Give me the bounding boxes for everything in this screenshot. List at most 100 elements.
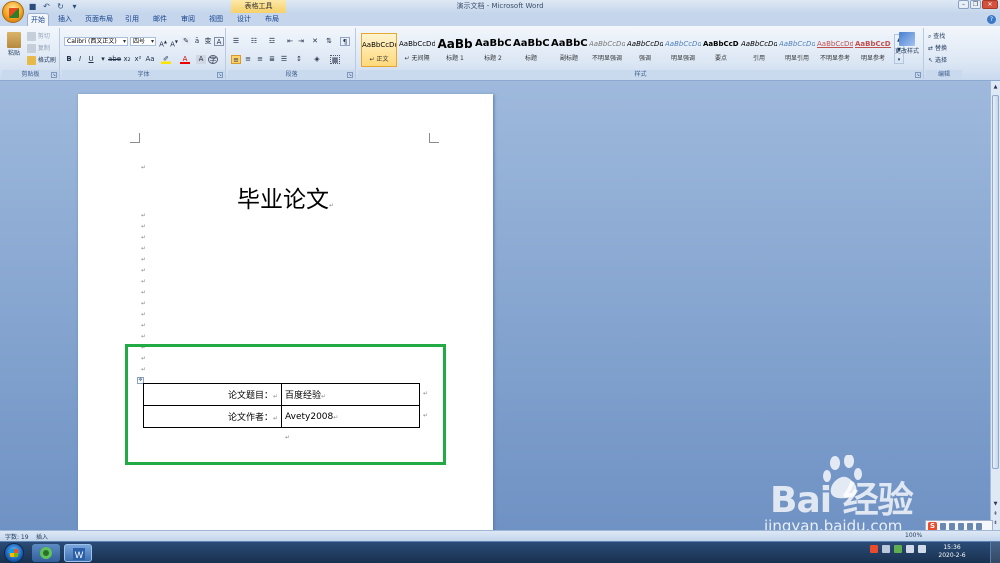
strikethrough-icon[interactable]: abe: [108, 55, 121, 64]
borders-icon[interactable]: ▦: [330, 55, 340, 64]
ime-punctuation-icon[interactable]: [949, 522, 955, 530]
align-right-icon[interactable]: ≡: [255, 55, 265, 64]
shrink-font-icon[interactable]: A▼: [169, 37, 179, 48]
superscript-icon[interactable]: x²: [133, 55, 143, 64]
document-title[interactable]: 毕业论文↵: [78, 180, 493, 214]
highlight-color-icon[interactable]: ✐: [161, 55, 171, 64]
multilevel-list-icon[interactable]: ☲: [267, 37, 277, 46]
phonetic-guide-icon[interactable]: ā: [192, 37, 202, 46]
clear-format-icon[interactable]: ✎: [181, 37, 191, 46]
style-title[interactable]: AaBbC 标题: [513, 33, 549, 67]
font-launcher-icon[interactable]: ↘: [217, 72, 223, 78]
font-name-combo[interactable]: Calibri (西文正文): [64, 37, 128, 46]
ime-menu-icon[interactable]: [976, 522, 982, 530]
scroll-thumb[interactable]: [992, 95, 999, 469]
font-color-icon[interactable]: A: [180, 55, 190, 64]
tab-table-layout[interactable]: 布局: [261, 13, 283, 26]
sort-chinese-icon[interactable]: ✕: [310, 37, 320, 46]
style-intense-emphasis[interactable]: AaBbCcDd 明显强调: [665, 33, 701, 67]
italic-icon[interactable]: I: [75, 55, 85, 64]
restore-button[interactable]: ❐: [970, 0, 981, 9]
style-quote[interactable]: AaBbCcDd 引用: [741, 33, 777, 67]
style-subtitle[interactable]: AaBbC 副标题: [551, 33, 587, 67]
show-desktop-button[interactable]: [990, 542, 1000, 563]
tab-mailings[interactable]: 邮件: [149, 13, 171, 26]
select-button[interactable]: ↖ 选择: [928, 55, 947, 64]
ime-keyboard-icon[interactable]: [967, 522, 973, 530]
bullets-icon[interactable]: ☰: [231, 37, 241, 46]
cut-button[interactable]: 剪切: [27, 31, 50, 41]
taskbar-ie-icon[interactable]: [32, 544, 60, 562]
ime-chinese-icon[interactable]: [940, 522, 946, 530]
underline-icon[interactable]: U: [86, 55, 96, 64]
style-subtle-emphasis[interactable]: AaBbCcDd 不明显强调: [589, 33, 625, 67]
style-subtle-reference[interactable]: AaBbCcDd 不明显参考: [817, 33, 853, 67]
justify-icon[interactable]: ≣: [267, 55, 277, 64]
clipboard-launcher-icon[interactable]: ↘: [51, 72, 57, 78]
increase-indent-icon[interactable]: ⇥: [296, 37, 306, 46]
numbering-icon[interactable]: ☷: [249, 37, 259, 46]
distributed-icon[interactable]: ☰: [279, 55, 289, 64]
style-heading-2[interactable]: AaBbC 标题 2: [475, 33, 511, 67]
tray-security-icon[interactable]: [894, 545, 902, 553]
format-painter-button[interactable]: 格式刷: [27, 55, 56, 65]
style-strong[interactable]: AaBbCcDd 要点: [703, 33, 739, 67]
paragraph-launcher-icon[interactable]: ↘: [347, 72, 353, 78]
scroll-down-arrow-icon[interactable]: ▼: [992, 501, 999, 508]
sort-icon[interactable]: ⇅: [324, 37, 334, 46]
decrease-indent-icon[interactable]: ⇤: [285, 37, 295, 46]
undo-icon[interactable]: ↶: [41, 1, 52, 12]
font-size-combo[interactable]: 四号: [130, 37, 156, 46]
copy-button[interactable]: 复制: [27, 43, 50, 53]
tab-insert[interactable]: 插入: [54, 13, 76, 26]
enclose-char-icon[interactable]: A: [214, 37, 224, 46]
style-heading-1[interactable]: AaBb 标题 1: [437, 33, 473, 67]
next-page-icon[interactable]: ⇟: [992, 520, 999, 527]
tray-ime-icon[interactable]: [870, 545, 878, 553]
style-no-spacing[interactable]: AaBbCcDd ↵ 无间隔: [399, 33, 435, 67]
bold-icon[interactable]: B: [64, 55, 74, 64]
insert-mode[interactable]: 插入: [36, 532, 48, 541]
align-center-icon[interactable]: ≡: [243, 55, 253, 64]
customize-qat-icon[interactable]: ▾: [69, 1, 80, 12]
tab-page-layout[interactable]: 页面布局: [82, 13, 116, 26]
redo-icon[interactable]: ↻: [55, 1, 66, 12]
char-shading-icon[interactable]: A: [196, 55, 206, 64]
style-normal[interactable]: AaBbCcDd ↵ 正文: [361, 33, 397, 67]
tab-references[interactable]: 引用: [121, 13, 143, 26]
style-emphasis[interactable]: AaBbCcDd 强调: [627, 33, 663, 67]
enclosed-char-icon[interactable]: 字: [208, 55, 218, 64]
char-border-icon[interactable]: 变: [203, 37, 213, 46]
tab-review[interactable]: 审阅: [177, 13, 199, 26]
taskbar-clock[interactable]: 15:36 2020-2-6: [932, 544, 972, 560]
style-intense-quote[interactable]: AaBbCcDd 明显引用: [779, 33, 815, 67]
style-intense-reference[interactable]: AaBbCcDd 明显参考: [855, 33, 891, 67]
underline-dropdown-icon[interactable]: ▾: [98, 55, 108, 64]
shading-icon[interactable]: ◈: [312, 55, 322, 64]
ime-voice-icon[interactable]: [958, 522, 964, 530]
align-left-icon[interactable]: ≡: [231, 55, 241, 64]
tray-volume-icon[interactable]: [906, 545, 914, 553]
grow-font-icon[interactable]: A▲: [158, 37, 168, 48]
minimize-button[interactable]: –: [958, 0, 969, 9]
office-button[interactable]: [2, 1, 24, 23]
taskbar-word-icon[interactable]: W: [64, 544, 92, 562]
tab-table-design[interactable]: 设计: [233, 13, 255, 26]
find-button[interactable]: ⌕ 查找: [928, 31, 945, 41]
scroll-up-arrow-icon[interactable]: ▲: [992, 84, 999, 91]
close-button[interactable]: ✕: [982, 0, 998, 9]
subscript-icon[interactable]: x₂: [122, 55, 132, 64]
help-icon[interactable]: ?: [987, 15, 996, 24]
word-count[interactable]: 字数: 19: [5, 532, 29, 541]
tab-home[interactable]: 开始: [27, 13, 49, 26]
start-button[interactable]: [4, 543, 24, 563]
replace-button[interactable]: ⇄ 替换: [928, 43, 947, 52]
tray-speaker-icon[interactable]: [918, 545, 926, 553]
tray-network-icon[interactable]: [882, 545, 890, 553]
paste-button[interactable]: 粘贴: [5, 32, 23, 57]
styles-launcher-icon[interactable]: ↘: [915, 72, 921, 78]
line-spacing-icon[interactable]: ↕: [294, 55, 304, 64]
zoom-level[interactable]: 100%: [905, 532, 922, 539]
save-icon[interactable]: ■: [27, 1, 38, 12]
change-styles-button[interactable]: 更改样式: [892, 32, 922, 55]
